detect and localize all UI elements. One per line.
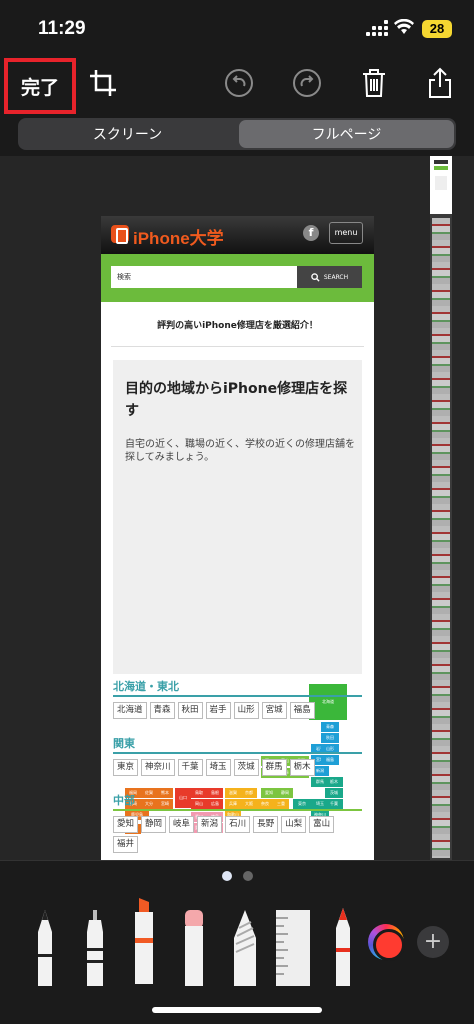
- map-prefecture-tile: 愛知: [261, 788, 277, 798]
- prefecture-chip: 茨城: [233, 759, 259, 776]
- pen-tool[interactable]: [32, 910, 58, 986]
- map-prefecture-tile: 青森: [321, 722, 339, 732]
- menu-button: menu: [329, 222, 363, 244]
- color-picker-button[interactable]: [368, 924, 405, 961]
- region-heading: 中部: [113, 794, 135, 807]
- prefecture-chip: 岐阜: [169, 816, 195, 833]
- map-prefecture-tile: 兵庫: [225, 799, 241, 809]
- prefecture-chip: 福井: [113, 836, 139, 853]
- map-prefecture-tile: 静岡: [277, 788, 293, 798]
- prefecture-chip: 東京: [113, 759, 139, 776]
- tab-screen[interactable]: スクリーン: [20, 120, 235, 148]
- trash-icon[interactable]: [357, 66, 391, 100]
- prefecture-chip: 北海道: [113, 702, 147, 719]
- search-icon: [311, 272, 320, 282]
- prefecture-chip: 青森: [149, 702, 175, 719]
- prefecture-chip-list: 北海道 青森 秋田 岩手 山形 宮城 福島: [113, 702, 362, 719]
- search-button-label: SEARCH: [323, 273, 349, 281]
- prefecture-chip: 愛知: [113, 816, 139, 833]
- wifi-icon: [394, 19, 414, 34]
- map-prefecture-tile: 秋田: [321, 733, 339, 743]
- map-prefecture-tile: 千葉: [325, 799, 343, 809]
- prefecture-chip: 岩手: [205, 702, 231, 719]
- signal-icon: [366, 20, 388, 36]
- highlighter-tool[interactable]: [131, 898, 157, 984]
- ruler-tool[interactable]: [276, 910, 310, 986]
- map-prefecture-tile: 熊本: [157, 788, 173, 798]
- prefecture-chip: 長野: [253, 816, 279, 833]
- undo-icon[interactable]: [222, 66, 256, 100]
- add-tool-button[interactable]: +: [417, 926, 449, 958]
- map-panel: 目的の地域からiPhone修理店を探す 自宅の近く、職場の近く、学校の近くの修理…: [113, 360, 362, 834]
- view-mode-segmented-control: スクリーン フルページ: [18, 118, 456, 150]
- home-indicator[interactable]: [152, 1007, 322, 1013]
- region-underline: [113, 752, 362, 754]
- search-button: SEARCH: [297, 266, 362, 288]
- site-logo: iPhone大学: [133, 229, 224, 248]
- facebook-icon: f: [303, 225, 319, 241]
- eraser-tool[interactable]: [181, 910, 207, 986]
- map-prefecture-tile: 山口: [175, 788, 191, 808]
- prefecture-chip: 山梨: [281, 816, 307, 833]
- map-description: 自宅の近く、職場の近く、学校の近くの修理店舗を探してみましょう。: [125, 439, 355, 463]
- prefecture-chip: 山形: [233, 702, 259, 719]
- map-prefecture-tile: 大分: [141, 799, 157, 809]
- prefecture-chip: 群馬: [261, 759, 287, 776]
- prefecture-chip: 富山: [309, 816, 335, 833]
- prefecture-chip: 栃木: [289, 759, 315, 776]
- map-prefecture-tile: 奈良: [257, 799, 273, 809]
- monoline-tool[interactable]: [82, 910, 108, 986]
- map-prefecture-tile: 鳥取: [191, 788, 207, 798]
- page-thumbnail-strip[interactable]: [430, 156, 452, 860]
- map-prefecture-tile: 広島: [207, 799, 223, 809]
- region-underline: [113, 809, 362, 811]
- pencil-tool[interactable]: [330, 908, 356, 986]
- prefecture-chip: 静岡: [141, 816, 167, 833]
- full-page-preview[interactable]: iPhone大学 f menu 検索 SEARCH 評判の高いiPhone修理店…: [101, 216, 374, 860]
- region-heading: 北海道・東北: [113, 680, 179, 693]
- tab-full-page[interactable]: フルページ: [239, 120, 454, 148]
- prefecture-chip: 埼玉: [205, 759, 231, 776]
- status-bar: 11:29 28: [0, 0, 474, 60]
- map-title: 目的の地域からiPhone修理店を探す: [125, 381, 348, 419]
- redo-icon[interactable]: [290, 66, 324, 100]
- search-band: 検索 SEARCH: [101, 254, 374, 302]
- map-prefecture-tile: 大阪: [241, 799, 257, 809]
- map-prefecture-tile: 滋賀: [225, 788, 241, 798]
- map-prefecture-tile: 三重: [273, 799, 289, 809]
- prefecture-chip: 宮城: [261, 702, 287, 719]
- lasso-tool[interactable]: [230, 910, 260, 986]
- prefecture-chip: 石川: [225, 816, 251, 833]
- map-prefecture-tile: 岡山: [191, 799, 207, 809]
- map-prefecture-tile: 島根: [207, 788, 223, 798]
- logo-icon: [111, 225, 129, 244]
- map-prefecture-tile: 宮崎: [157, 799, 173, 809]
- prefecture-chip: 神奈川: [141, 759, 175, 776]
- tagline: 評判の高いiPhone修理店を厳選紹介！: [157, 321, 318, 331]
- prefecture-chip-list: 東京 神奈川 千葉 埼玉 茨城 群馬 栃木: [113, 759, 362, 776]
- page-dot-active[interactable]: [222, 871, 232, 881]
- search-input: 検索: [111, 266, 297, 288]
- prefecture-chip: 秋田: [177, 702, 203, 719]
- prefecture-chip: 千葉: [177, 759, 203, 776]
- map-prefecture-tile: 佐賀: [141, 788, 157, 798]
- map-prefecture-tile: 茨城: [325, 788, 343, 798]
- thumbnail-viewport[interactable]: [430, 156, 452, 214]
- prefecture-chip: 福島: [289, 702, 315, 719]
- region-heading: 関東: [113, 737, 135, 750]
- done-button[interactable]: 完了: [4, 58, 76, 114]
- prefecture-chip-list: 愛知 静岡 岐阜 新潟 石川 長野 山梨 富山福井: [113, 816, 362, 853]
- clock: 11:29: [38, 18, 86, 39]
- map-prefecture-tile: 京都: [241, 788, 257, 798]
- prefecture-chip: 新潟: [197, 816, 223, 833]
- share-icon[interactable]: [423, 66, 457, 100]
- page-dot[interactable]: [243, 871, 253, 881]
- region-underline: [113, 695, 362, 697]
- crop-icon[interactable]: [86, 66, 120, 100]
- divider: [111, 346, 364, 347]
- map-prefecture-tile: 東京: [293, 799, 311, 809]
- site-header: iPhone大学 f menu: [101, 216, 374, 254]
- map-prefecture-tile: 栃木: [325, 777, 343, 787]
- battery-icon: 28: [422, 20, 452, 38]
